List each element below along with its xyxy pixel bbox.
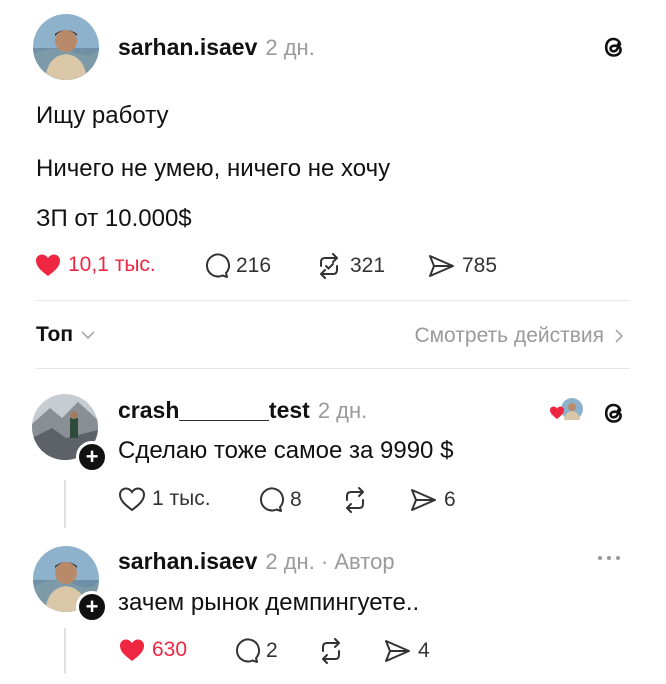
divider — [36, 300, 630, 301]
thread-line — [64, 628, 66, 674]
like-button[interactable]: 10,1 тыс. — [34, 252, 156, 278]
heart-avatar-icon — [550, 398, 583, 420]
comment-text: зачем рынок демпингуете.. — [118, 589, 420, 616]
more-dots-icon — [598, 556, 620, 560]
threads-icon[interactable] — [597, 30, 631, 64]
comment-header: sarhan.isaev 2 дн. · Автор — [118, 548, 395, 575]
thread-line — [64, 480, 66, 528]
avatar[interactable] — [33, 14, 99, 80]
post-line-1: Ищу работу — [36, 102, 169, 129]
like-count: 1 тыс. — [152, 487, 211, 510]
divider — [36, 368, 630, 369]
comment-header: crash_______test 2 дн. — [118, 397, 367, 424]
repost-icon — [346, 487, 364, 513]
share-count: 6 — [444, 488, 456, 511]
sort-label: Топ — [36, 323, 74, 346]
sort-dropdown[interactable]: Топ — [36, 323, 97, 347]
repost-icon — [320, 253, 338, 279]
share-button[interactable]: 6 — [408, 486, 456, 514]
post-line-2: Ничего не умею, ничего не хочу — [36, 155, 391, 182]
comment-count: 8 — [290, 488, 302, 511]
share-button[interactable]: 785 — [426, 252, 497, 280]
heart-filled-icon — [120, 639, 144, 661]
view-activity-link[interactable]: Смотреть действия — [414, 324, 626, 348]
comment-icon — [259, 487, 284, 512]
repost-count: 321 — [350, 254, 386, 277]
post-time: 2 дн. — [265, 35, 315, 60]
heart-icon — [118, 487, 146, 512]
like-button[interactable]: 630 — [118, 637, 187, 663]
comment-text: Сделаю тоже самое за 9990 $ — [118, 437, 454, 464]
comment-time: 2 дн. — [317, 398, 368, 423]
view-activity-label: Смотреть действия — [414, 324, 604, 347]
more-options-button[interactable] — [594, 548, 624, 568]
comment-icon — [205, 253, 230, 278]
repost-icon — [322, 638, 340, 664]
comment-count: 2 — [266, 639, 278, 662]
comment-button[interactable]: 8 — [256, 486, 302, 514]
like-count: 10,1 тыс. — [68, 253, 156, 276]
share-count: 785 — [462, 254, 498, 277]
share-button[interactable]: 4 — [382, 637, 430, 665]
like-count: 630 — [152, 638, 188, 661]
send-icon — [385, 640, 410, 662]
like-button[interactable]: 1 тыс. — [118, 486, 211, 512]
chevron-right-icon — [615, 329, 624, 343]
comment-button[interactable]: 216 — [202, 252, 271, 280]
comment-button[interactable]: 2 — [232, 637, 278, 665]
heart-filled-icon — [36, 254, 60, 276]
follow-plus-button[interactable]: + — [76, 441, 108, 473]
liked-by-author-badge — [549, 395, 585, 425]
comment-icon — [235, 638, 260, 663]
repost-button[interactable] — [316, 637, 352, 665]
comment-username[interactable]: crash_______test — [118, 397, 310, 423]
repost-button[interactable]: 321 — [314, 252, 385, 280]
share-count: 4 — [418, 639, 430, 662]
post-line-3: ЗП от 10.000$ — [36, 205, 192, 232]
chevron-down-icon — [81, 331, 95, 340]
send-icon — [411, 489, 436, 511]
repost-button[interactable] — [340, 486, 376, 514]
send-icon — [429, 255, 454, 277]
comment-count: 216 — [236, 254, 272, 277]
follow-plus-button[interactable]: + — [76, 591, 108, 623]
comment-username[interactable]: sarhan.isaev — [118, 548, 257, 574]
threads-icon[interactable] — [597, 396, 631, 430]
comment-time: 2 дн. · Автор — [265, 549, 395, 574]
post-header: sarhan.isaev 2 дн. — [118, 34, 315, 61]
post-username[interactable]: sarhan.isaev — [118, 34, 257, 60]
